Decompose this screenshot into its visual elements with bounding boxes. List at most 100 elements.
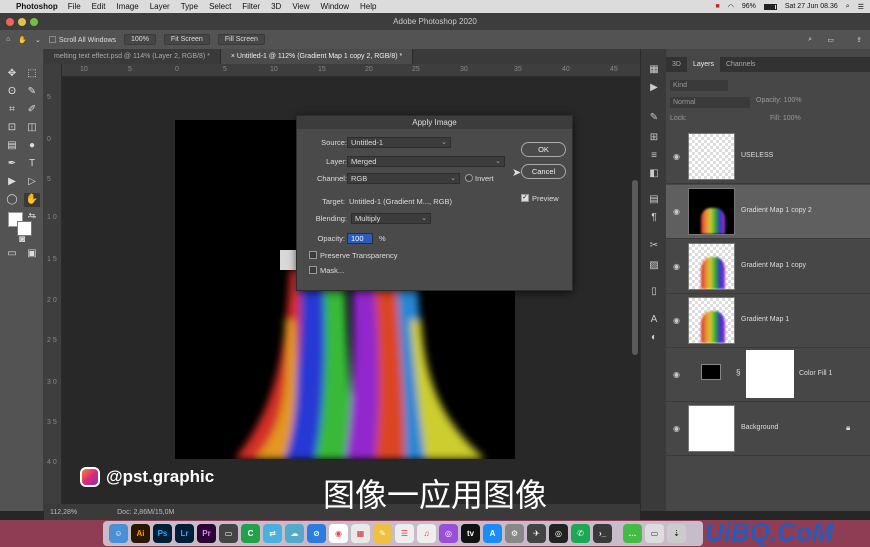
visibility-eye-icon[interactable]: ◉ xyxy=(673,262,680,271)
zoom-100-button[interactable]: 100% xyxy=(124,34,156,45)
gradient-tool-icon[interactable]: ▤ xyxy=(4,139,20,153)
play-icon[interactable]: ▶ xyxy=(647,81,661,94)
whatsapp-icon[interactable]: ✆ xyxy=(571,524,590,543)
migration-icon[interactable]: ⇄ xyxy=(263,524,282,543)
type-tool-icon[interactable]: T xyxy=(24,157,40,171)
zoom-level[interactable]: 112,28% xyxy=(50,509,77,516)
tab-channels[interactable]: Channels xyxy=(720,57,762,72)
layer-row-gradient-map-copy-2[interactable]: ◉ Gradient Map 1 copy 2 xyxy=(666,185,870,239)
hand-tool-icon[interactable]: ✋ xyxy=(18,36,27,44)
chrome-icon[interactable]: ◉ xyxy=(329,524,348,543)
levels-icon[interactable]: ▨ xyxy=(647,259,661,272)
preserve-transparency-checkbox[interactable] xyxy=(309,251,317,259)
calendar-icon[interactable]: ▦ xyxy=(351,524,370,543)
preview-checkbox[interactable]: ✓ xyxy=(521,194,529,202)
menu-filter[interactable]: Filter xyxy=(242,2,260,11)
photoshop-icon[interactable]: Ps xyxy=(153,524,172,543)
menu-select[interactable]: Select xyxy=(209,2,231,11)
screen-mode-icon[interactable]: ▭ xyxy=(4,247,20,261)
menu-edit[interactable]: Edit xyxy=(92,2,106,11)
chevron-down-icon[interactable]: ⌄ xyxy=(35,36,41,44)
app-menu[interactable]: Photoshop xyxy=(16,2,58,11)
visibility-eye-icon[interactable]: ◉ xyxy=(673,370,680,379)
menu-file[interactable]: File xyxy=(68,2,81,11)
messages-icon[interactable]: … xyxy=(623,524,642,543)
channel-select[interactable]: RGB ⌄ xyxy=(347,173,460,184)
layer-select[interactable]: Merged ⌄ xyxy=(347,156,505,167)
libraries-icon[interactable]: ▯ xyxy=(647,285,661,298)
quick-select-icon[interactable]: ✎ xyxy=(24,85,40,99)
vertical-scrollbar[interactable] xyxy=(632,180,638,355)
pen-tool-icon[interactable]: ✒ xyxy=(4,157,20,171)
menu-image[interactable]: Image xyxy=(116,2,138,11)
premiere-icon[interactable]: Pr xyxy=(197,524,216,543)
tools-icon[interactable]: ✂ xyxy=(647,239,661,252)
edit-toolbar-icon[interactable]: ▣ xyxy=(24,247,40,261)
filter-kind-select[interactable]: Kind xyxy=(670,80,728,91)
scroll-all-windows-option[interactable]: Scroll All Windows xyxy=(48,35,116,44)
utility-icon[interactable]: ✈ xyxy=(527,524,546,543)
battery-icon[interactable] xyxy=(763,3,777,10)
media-encoder-icon[interactable]: ▭ xyxy=(219,524,238,543)
brush-tool-icon[interactable]: ✐ xyxy=(24,103,40,117)
workspace-icon[interactable]: ▭ xyxy=(827,36,834,44)
app-store-icon[interactable]: A xyxy=(483,524,502,543)
layer-fill[interactable]: Fill: 100% xyxy=(770,115,801,122)
eraser-tool-icon[interactable]: ◫ xyxy=(24,121,40,135)
visibility-eye-icon[interactable]: ◉ xyxy=(673,152,680,161)
layer-row-gradient-map-copy[interactable]: ◉ Gradient Map 1 copy xyxy=(666,240,870,294)
menu-3d[interactable]: 3D xyxy=(271,2,281,11)
notes-icon[interactable]: ✎ xyxy=(373,524,392,543)
layer-row-useless[interactable]: ◉ USELESS xyxy=(666,130,870,184)
wifi-icon[interactable]: ◠ xyxy=(728,3,734,11)
search-icon[interactable]: ⌕ xyxy=(808,36,812,44)
channels-icon[interactable]: ◐ xyxy=(647,331,661,344)
music-icon[interactable]: ♫ xyxy=(417,524,436,543)
finder-icon[interactable]: ☺ xyxy=(109,524,128,543)
visibility-eye-icon[interactable]: ◉ xyxy=(673,207,680,216)
tab-untitled-1[interactable]: × Untitled-1 @ 112% (Gradient Map 1 copy… xyxy=(220,49,414,64)
ok-button[interactable]: OK xyxy=(521,142,566,157)
illustrator-icon[interactable]: Ai xyxy=(131,524,150,543)
home-icon[interactable]: ⌂ xyxy=(6,36,10,43)
ellipse-tool-icon[interactable]: ◯ xyxy=(4,193,20,207)
visibility-eye-icon[interactable]: ◉ xyxy=(673,316,680,325)
glyph-icon[interactable]: A xyxy=(647,313,661,326)
marquee-tool-icon[interactable]: ⬚ xyxy=(24,67,40,81)
fill-screen-button[interactable]: Fill Screen xyxy=(217,34,265,45)
downloads-icon[interactable]: ⇣ xyxy=(667,524,686,543)
blend-mode-select[interactable]: Normal xyxy=(670,97,750,108)
menu-type[interactable]: Type xyxy=(181,2,198,11)
share-icon[interactable]: ⇪ xyxy=(856,36,862,44)
stamp-tool-icon[interactable]: ⊡ xyxy=(4,121,20,135)
folder-icon[interactable]: ▭ xyxy=(645,524,664,543)
direct-select-icon[interactable]: ▷ xyxy=(24,175,40,189)
layer-mask-thumbnail[interactable] xyxy=(746,350,794,398)
lightroom-icon[interactable]: Lr xyxy=(175,524,194,543)
mask-checkbox[interactable] xyxy=(309,266,317,274)
crop-tool-icon[interactable]: ⌗ xyxy=(4,103,20,117)
minimize-window-icon[interactable] xyxy=(18,18,26,26)
terminal-icon[interactable]: ›_ xyxy=(593,524,612,543)
tv-icon[interactable]: tv xyxy=(461,524,480,543)
color-icon[interactable]: ◧ xyxy=(647,167,661,180)
zoom-window-icon[interactable] xyxy=(30,18,38,26)
layer-row-color-fill[interactable]: ◉ § Color Fill 1 xyxy=(666,348,870,402)
swap-colors-icon[interactable]: ⇆ xyxy=(24,209,40,223)
move-tool-icon[interactable]: ✥ xyxy=(4,67,20,81)
blending-select[interactable]: Multiply ⌄ xyxy=(351,213,431,224)
menu-help[interactable]: Help xyxy=(360,2,376,11)
layer-row-background[interactable]: ◉ Background 🔒︎ xyxy=(666,402,870,456)
cancel-button[interactable]: Cancel xyxy=(521,164,566,179)
camtasia-icon[interactable]: C xyxy=(241,524,260,543)
record-icon[interactable]: ■ xyxy=(716,3,720,10)
control-center-icon[interactable]: ☰ xyxy=(858,3,864,11)
dodge-tool-icon[interactable]: ● xyxy=(24,139,40,153)
podcasts-icon[interactable]: ◎ xyxy=(439,524,458,543)
source-select[interactable]: Untitled-1 ⌄ xyxy=(347,137,451,148)
paragraph-icon[interactable]: ¶ xyxy=(647,211,661,224)
visibility-eye-icon[interactable]: ◉ xyxy=(673,424,680,433)
spotlight-icon[interactable]: ⌕ xyxy=(846,3,850,11)
clock[interactable]: Sat 27 Jun 08.36 xyxy=(785,3,838,10)
tab-3d[interactable]: 3D xyxy=(666,57,687,72)
